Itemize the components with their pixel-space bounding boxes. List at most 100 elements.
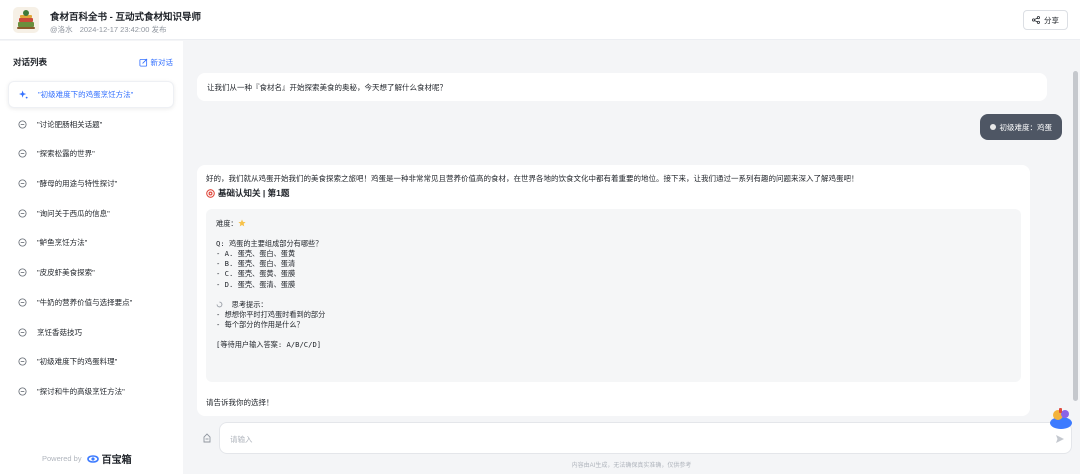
code-line: - 想想你平时打鸡蛋时看到的部分 bbox=[216, 310, 1011, 320]
sidebar-item[interactable]: "酵母的用途与特性探讨" bbox=[8, 170, 174, 197]
brand-logo: 百宝箱 bbox=[86, 451, 132, 466]
code-line-text: 思考提示： bbox=[223, 299, 268, 309]
question-code-block: 难度： Q: 鸡蛋的主要组成部分有哪些？ - A. 蛋壳、蛋白、蛋黄 - B. 蛋壳、… bbox=[206, 209, 1021, 382]
code-line-text: - D. 蛋壳、蛋清、蛋膜 bbox=[216, 279, 296, 289]
code-line-text: - B. 蛋壳、蛋白、蛋清 bbox=[216, 259, 296, 269]
sidebar-item[interactable]: "探索松露的世界" bbox=[8, 140, 174, 167]
sparkle-icon bbox=[19, 90, 28, 99]
attachment-icon[interactable] bbox=[202, 433, 212, 443]
greeting-message: 让我们从一种『食材名』开始探索美食的奥秘，今天想了解什么食材呢？ bbox=[197, 73, 1047, 101]
user-message: 初级难度：鸡蛋 bbox=[979, 114, 1062, 140]
chat-bubble-icon bbox=[18, 298, 27, 307]
ai-disclaimer: 内容由AI生成，无法确保真实准确，仅供参考 bbox=[571, 463, 692, 469]
target-icon bbox=[206, 188, 215, 198]
assistant-widget-icon[interactable] bbox=[1048, 406, 1074, 430]
brand-icon bbox=[86, 454, 99, 463]
sidebar-item-label: "鲈鱼烹饪方法" bbox=[37, 238, 88, 248]
chat-bubble-icon bbox=[18, 387, 27, 396]
share-icon bbox=[1032, 16, 1040, 24]
chat-bubble-icon bbox=[18, 268, 27, 277]
code-line: - A. 蛋壳、蛋白、蛋黄 bbox=[216, 249, 1011, 259]
code-line: Q: 鸡蛋的主要组成部分有哪些？ bbox=[216, 239, 1011, 249]
sidebar-item-label: "询问关于西瓜的信息" bbox=[37, 208, 110, 218]
publish-time: 2024-12-17 23:42:00 发布 bbox=[79, 25, 167, 34]
chat-area: 让我们从一种『食材名』开始探索美食的奥秘，今天想了解什么食材呢？ 初级难度：鸡蛋… bbox=[183, 41, 1080, 474]
sidebar-item[interactable]: "初级难度下的鸡蛋烹饪方法" bbox=[8, 81, 174, 108]
sidebar-header: 对话列表 新对话 bbox=[13, 56, 173, 68]
chat-bubble-icon bbox=[18, 209, 27, 218]
sidebar-item[interactable]: 烹饪香菇技巧 bbox=[8, 319, 174, 346]
sidebar-item-label: "初级难度下的鸡蛋料理" bbox=[37, 357, 118, 367]
code-line: - 每个部分的作用是什么？ bbox=[216, 320, 1011, 330]
sidebar-item-label: "皮皮虾美食探索" bbox=[37, 268, 95, 278]
powered-by-text: Powered by bbox=[42, 454, 82, 463]
send-icon[interactable] bbox=[1055, 434, 1065, 444]
share-button[interactable]: 分享 bbox=[1023, 10, 1068, 30]
chat-bubble-icon bbox=[18, 179, 27, 188]
loading-icon bbox=[216, 301, 223, 308]
conversation-list: "初级难度下的鸡蛋烹饪方法" "讨论肥肠相关话题" "探索松露的世界" "酵母的用途与… bbox=[8, 81, 174, 408]
sidebar-item-label: "牛奶的营养价值与选择要点" bbox=[37, 297, 133, 307]
app-header: 食材百科全书 - 互动式食材知识导师 @洛水 2024-12-17 23:42:… bbox=[0, 0, 1080, 40]
code-line: - C. 蛋壳、蛋黄、蛋膜 bbox=[216, 269, 1011, 279]
code-line: 难度： bbox=[216, 219, 1011, 229]
code-line-text: - 每个部分的作用是什么？ bbox=[216, 319, 304, 329]
sidebar-item[interactable]: "皮皮虾美食探索" bbox=[8, 259, 174, 286]
question-heading: 基础认知关 | 第1题 bbox=[206, 187, 1021, 199]
chat-bubble-icon bbox=[18, 238, 27, 247]
sidebar-item-label: 烹饪香菇技巧 bbox=[37, 327, 82, 337]
sidebar-item[interactable]: "鲈鱼烹饪方法" bbox=[8, 229, 174, 256]
new-chat-button[interactable]: 新对话 bbox=[138, 57, 174, 68]
scrollbar[interactable] bbox=[1073, 71, 1078, 401]
edit-icon bbox=[138, 58, 147, 67]
code-line-text: - 想想你平时打鸡蛋时看到的部分 bbox=[216, 309, 326, 319]
sidebar-item[interactable]: "牛奶的营养价值与选择要点" bbox=[8, 289, 174, 316]
chat-bubble-icon bbox=[18, 149, 27, 158]
code-line-text: - A. 蛋壳、蛋白、蛋黄 bbox=[216, 249, 296, 259]
chat-bubble-icon bbox=[18, 357, 27, 366]
user-message-text: 初级难度：鸡蛋 bbox=[999, 122, 1053, 132]
message-input[interactable] bbox=[230, 432, 1010, 446]
chat-bubble-icon bbox=[18, 120, 27, 129]
greeting-text: 让我们从一种『食材名』开始探索美食的奥秘，今天想了解什么食材呢？ bbox=[207, 83, 447, 92]
input-area bbox=[197, 422, 1072, 454]
sidebar-item[interactable]: "初级难度下的鸡蛋料理" bbox=[8, 348, 174, 375]
powered-by: Powered by 百宝箱 bbox=[42, 451, 132, 466]
code-line-text: Q: 鸡蛋的主要组成部分有哪些？ bbox=[216, 239, 323, 249]
chat-bubble-icon bbox=[18, 327, 27, 337]
brand-name: 百宝箱 bbox=[101, 455, 132, 466]
sidebar-item[interactable]: "探讨和牛的高级烹饪方法" bbox=[8, 378, 174, 405]
sidebar-item[interactable]: "询问关于西瓜的信息" bbox=[8, 200, 174, 227]
author-name: @洛水 bbox=[50, 25, 73, 34]
closing-text: 请告诉我你的选择！ bbox=[206, 398, 274, 407]
share-label: 分享 bbox=[1044, 15, 1059, 25]
sidebar-item[interactable]: "讨论肥肠相关话题" bbox=[8, 111, 174, 138]
sidebar-item-label: "酵母的用途与特性探讨" bbox=[37, 179, 118, 189]
sidebar-item-label: "讨论肥肠相关话题" bbox=[37, 119, 103, 129]
code-line-text: - C. 蛋壳、蛋黄、蛋膜 bbox=[216, 269, 296, 279]
message-input-box[interactable] bbox=[219, 422, 1072, 454]
new-chat-label: 新对话 bbox=[150, 57, 174, 67]
code-line-text: 难度： bbox=[216, 219, 238, 228]
question-heading-text: 基础认知关 | 第1题 bbox=[218, 188, 290, 198]
sidebar-item-label: "探讨和牛的高级烹饪方法" bbox=[37, 386, 125, 396]
code-line: [等待用户输入答案: A/B/C/D] bbox=[216, 340, 1011, 350]
assistant-answer: 好的，我们就从鸡蛋开始我们的美食探索之旅吧！鸡蛋是一种非常常见且营养价值高的食材… bbox=[197, 165, 1030, 416]
code-line: - D. 蛋壳、蛋清、蛋膜 bbox=[216, 280, 1011, 290]
egg-icon bbox=[989, 124, 996, 130]
answer-intro: 好的，我们就从鸡蛋开始我们的美食探索之旅吧！鸡蛋是一种非常常见且营养价值高的食材… bbox=[206, 174, 859, 183]
code-line: - B. 蛋壳、蛋白、蛋清 bbox=[216, 259, 1011, 269]
star-icon bbox=[237, 219, 246, 227]
code-line-text: [等待用户输入答案: A/B/C/D] bbox=[216, 340, 322, 350]
code-line: 思考提示： bbox=[216, 300, 1011, 310]
sidebar-title: 对话列表 bbox=[13, 57, 48, 67]
sidebar-item-label: "探索松露的世界" bbox=[37, 149, 95, 159]
app-logo bbox=[13, 7, 39, 33]
sidebar-item-label: "初级难度下的鸡蛋烹饪方法" bbox=[38, 90, 134, 99]
app-meta: @洛水 2024-12-17 23:42:00 发布 bbox=[50, 24, 166, 35]
app-title: 食材百科全书 - 互动式食材知识导师 bbox=[50, 12, 201, 23]
sidebar: 对话列表 新对话 "初级难度下的鸡蛋烹饪方法" "讨论肥肠相关话题" "探索松露的世… bbox=[0, 41, 183, 474]
